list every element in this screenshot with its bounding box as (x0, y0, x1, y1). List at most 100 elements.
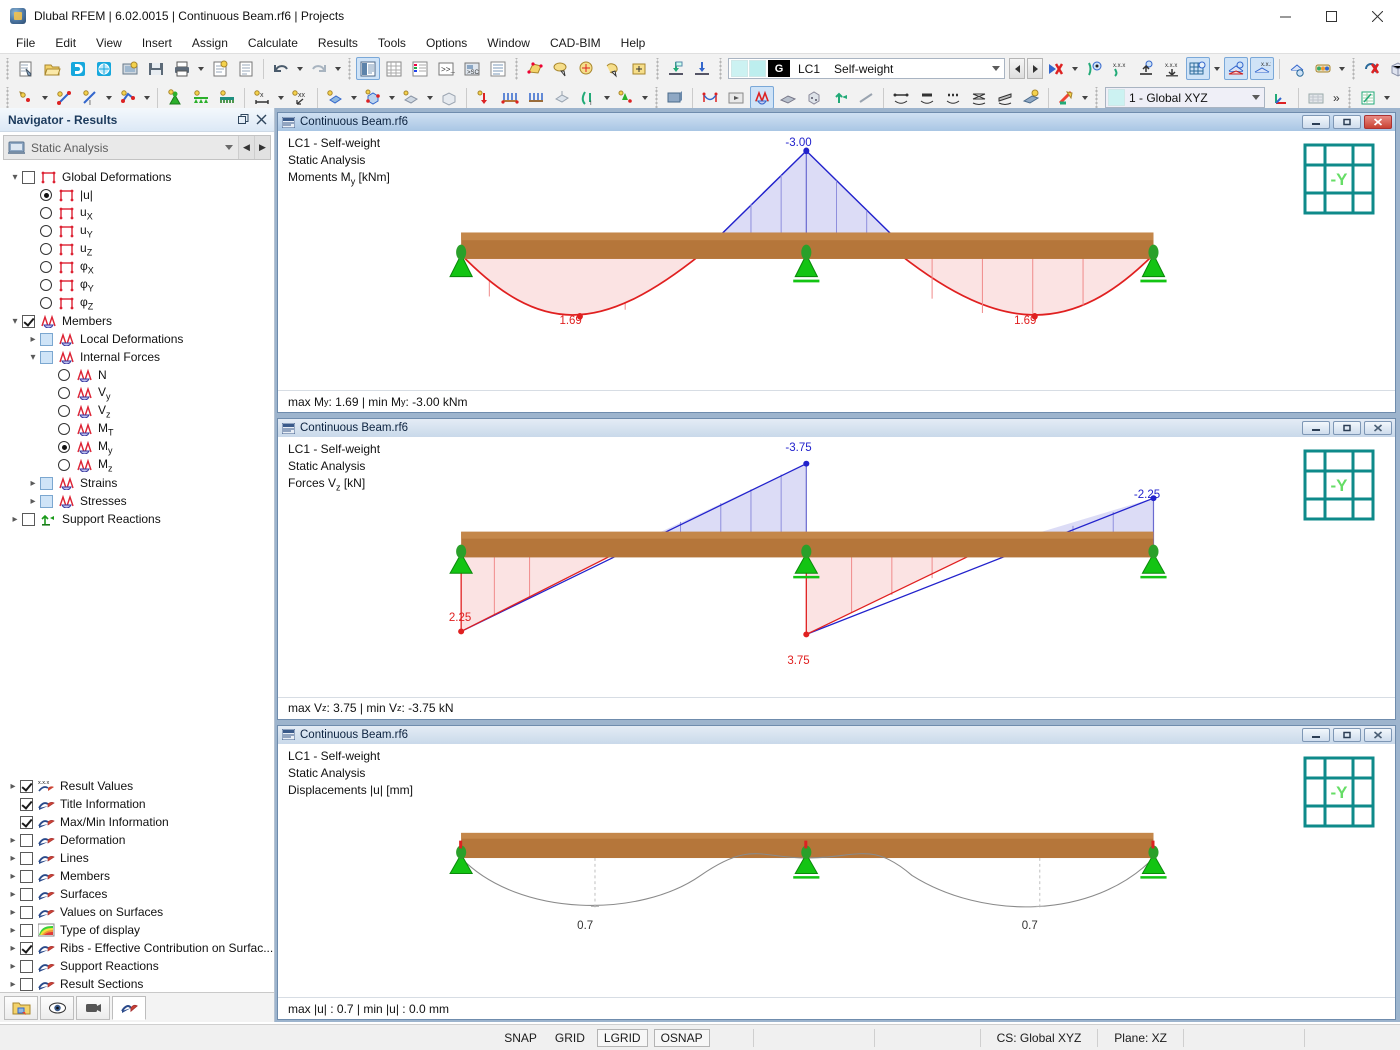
status-osnap-toggle[interactable]: OSNAP (654, 1029, 710, 1047)
expander-icon[interactable]: ▸ (6, 925, 20, 936)
project-navigator-tab[interactable] (4, 996, 38, 1020)
new-member-dropdown-icon[interactable] (141, 86, 153, 109)
select-lasso-icon[interactable] (549, 57, 573, 80)
new-model-icon[interactable] (14, 57, 38, 80)
display-item-lines[interactable]: ▸Lines (0, 849, 274, 867)
checkbox[interactable] (20, 816, 33, 829)
display-item-deformation[interactable]: ▸Deformation (0, 831, 274, 849)
expander-icon[interactable]: ▸ (6, 871, 20, 882)
tree-item-m[interactable]: MT (0, 420, 274, 438)
tree-item-u[interactable]: uZ (0, 240, 274, 258)
display-item-title-information[interactable]: Title Information (0, 795, 274, 813)
diagram-crossed-icon[interactable] (967, 86, 991, 109)
radio-button[interactable] (40, 279, 52, 291)
select-freehand-icon[interactable] (601, 57, 625, 80)
expander-icon[interactable]: ▾ (26, 352, 40, 363)
diagram-linear-icon[interactable] (915, 86, 939, 109)
values-xxx-2-icon[interactable]: x.x.x (1160, 57, 1184, 80)
new-solid-icon[interactable] (361, 86, 385, 109)
undo-dropdown-icon[interactable] (294, 57, 306, 80)
imperfection-dropdown-icon[interactable] (601, 86, 613, 109)
open-model-icon[interactable] (40, 57, 64, 80)
surface-results-icon[interactable] (776, 86, 800, 109)
tree-item-v[interactable]: Vy (0, 384, 274, 402)
list-icon[interactable] (486, 57, 510, 80)
checkbox[interactable] (20, 960, 33, 973)
radio-button[interactable] (40, 297, 52, 309)
solid-results-icon[interactable] (802, 86, 826, 109)
new-line-support-icon[interactable] (189, 86, 213, 109)
tree-item-m[interactable]: Mz (0, 456, 274, 474)
grid-display-icon[interactable] (1186, 57, 1210, 80)
menu-results[interactable]: Results (308, 34, 368, 52)
toolbar-grip[interactable] (346, 58, 353, 80)
radio-button[interactable] (40, 225, 52, 237)
model-info-icon[interactable] (118, 57, 142, 80)
panel-caption-bar[interactable]: Continuous Beam.rf6 (278, 726, 1395, 744)
expander-icon[interactable]: ▸ (8, 514, 22, 525)
checkbox[interactable] (40, 477, 53, 490)
select-box-icon[interactable] (627, 57, 651, 80)
checkbox[interactable] (40, 351, 53, 364)
checkbox[interactable] (20, 798, 33, 811)
radio-button[interactable] (40, 189, 52, 201)
imperfection-icon[interactable]: I (576, 86, 600, 109)
tree-item-m[interactable]: My (0, 438, 274, 456)
toolbar-grip[interactable] (654, 58, 661, 80)
checkbox[interactable] (20, 870, 33, 883)
support-reaction-icon[interactable] (1134, 57, 1158, 80)
new-solid-dropdown-icon[interactable] (386, 86, 398, 109)
checkbox[interactable] (20, 834, 33, 847)
open-project-icon[interactable] (92, 57, 116, 80)
menu-tools[interactable]: Tools (368, 34, 416, 52)
close-icon[interactable] (1364, 115, 1392, 129)
redo-dropdown-icon[interactable] (332, 57, 344, 80)
radio-button[interactable] (40, 261, 52, 273)
tree-item-support-reactions[interactable]: ▸Support Reactions (0, 510, 274, 528)
free-load-icon[interactable] (614, 86, 638, 109)
menu-insert[interactable]: Insert (132, 34, 182, 52)
checkbox[interactable] (20, 942, 33, 955)
tree-item-[interactable]: φX (0, 258, 274, 276)
minimize-icon[interactable] (1262, 0, 1308, 32)
menu-help[interactable]: Help (611, 34, 656, 52)
script-icon[interactable]: >SC (460, 57, 484, 80)
clear-selection-icon[interactable] (1044, 57, 1068, 80)
diagram-render-icon[interactable] (1019, 86, 1043, 109)
new-member-icon[interactable] (116, 86, 140, 109)
toolbar-grip[interactable] (1093, 87, 1100, 109)
render-navigator-tab[interactable] (76, 996, 110, 1020)
tree-item-u[interactable]: uY (0, 222, 274, 240)
checkbox[interactable] (20, 852, 33, 865)
new-surface-icon[interactable] (323, 86, 347, 109)
radio-button[interactable] (58, 369, 70, 381)
toolbar-grip[interactable] (717, 58, 724, 80)
animation-icon[interactable] (724, 86, 748, 109)
work-plane-icon[interactable] (1304, 86, 1328, 109)
previous-load-case-button[interactable] (1009, 58, 1025, 79)
view-result-icon[interactable] (1082, 57, 1106, 80)
display-item-ribs-effective-contribution-on-surfac[interactable]: ▸Ribs - Effective Contribution on Surfac… (0, 939, 274, 957)
tree-item-local-deformations[interactable]: ▸Local Deformations (0, 330, 274, 348)
minimize-icon[interactable] (1302, 421, 1330, 435)
color-ramp-icon[interactable] (1054, 86, 1078, 109)
panel-caption-bar[interactable]: Continuous Beam.rf6 (278, 113, 1395, 131)
checkbox[interactable] (20, 888, 33, 901)
next-load-case-button[interactable] (1027, 58, 1043, 79)
toolbar-overflow-icon[interactable]: » (1329, 91, 1344, 105)
undock-icon[interactable] (234, 111, 252, 129)
surface-load-icon[interactable] (550, 86, 574, 109)
export-excel-icon[interactable] (1356, 86, 1380, 109)
expander-icon[interactable]: ▸ (6, 781, 20, 792)
console-icon[interactable]: >>_ (434, 57, 458, 80)
new-cell-icon[interactable] (437, 86, 461, 109)
print-icon[interactable] (170, 57, 194, 80)
tree-item-[interactable]: φZ (0, 294, 274, 312)
color-table-icon[interactable] (408, 57, 432, 80)
checkbox[interactable] (20, 978, 33, 991)
new-node-dropdown-icon[interactable] (39, 86, 51, 109)
result-colors-icon[interactable] (1311, 57, 1335, 80)
result-colors-dropdown-icon[interactable] (1336, 57, 1348, 80)
checkbox[interactable] (20, 906, 33, 919)
status-lgrid-toggle[interactable]: LGRID (597, 1029, 648, 1047)
